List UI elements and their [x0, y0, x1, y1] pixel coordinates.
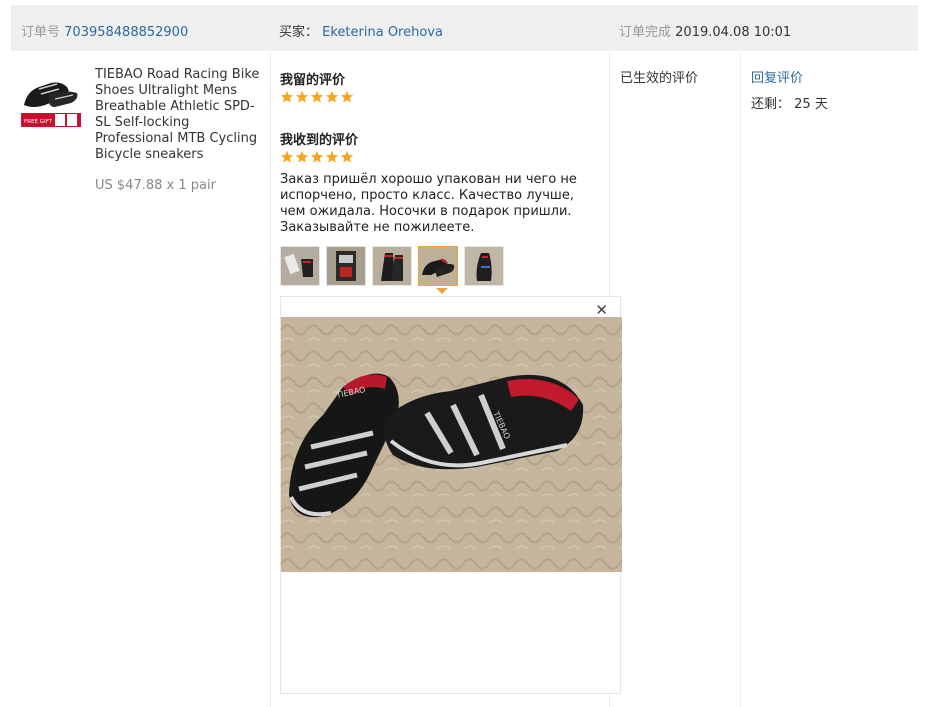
order-completed-time: 2019.04.08 10:01 [675, 25, 792, 40]
remaining-label: 还剩： [751, 97, 791, 112]
star-icon [295, 90, 309, 103]
received-review-text: Заказ пришёл хорошо упакован ни чего не … [280, 172, 577, 235]
order-number-field: 订单号 703958488852900 [21, 21, 188, 40]
review-photo-thumbnail-selected[interactable] [418, 246, 458, 286]
star-icon [340, 90, 354, 103]
review-photo-thumbnails [280, 246, 504, 286]
photo-preview-panel: ✕ TIEBAO TIEBAO [280, 296, 622, 694]
order-completed-field: 订单完成 2019.04.08 10:01 [619, 21, 791, 40]
star-icon [340, 150, 354, 163]
product-image[interactable]: FREE GIFT [21, 67, 81, 127]
received-review-stars [280, 150, 354, 164]
my-review-stars [280, 90, 354, 104]
received-review-title: 我收到的评价 [280, 133, 359, 148]
product-price: US $47.88 x 1 pair [95, 178, 216, 193]
free-gift-badge: FREE GIFT [24, 119, 53, 125]
column-divider [270, 52, 271, 707]
my-review-title: 我留的评价 [280, 73, 346, 88]
review-photo-thumbnail[interactable] [464, 246, 504, 286]
star-icon [325, 150, 339, 163]
selected-thumbnail-caret [436, 288, 448, 294]
buyer-name-link[interactable]: Eketerina Orehova [322, 25, 443, 40]
remaining-value: 25 天 [794, 97, 828, 112]
star-icon [310, 150, 324, 163]
order-number-label: 订单号 [21, 25, 61, 40]
review-photo-thumbnail[interactable] [326, 246, 366, 286]
order-header: 订单号 703958488852900 买家： Eketerina Orehov… [11, 5, 918, 51]
order-number-link[interactable]: 703958488852900 [64, 25, 188, 40]
column-divider [740, 52, 741, 707]
remaining-time: 还剩： 25 天 [751, 93, 828, 112]
buyer-label: 买家： [279, 25, 319, 40]
review-photo-thumbnail[interactable] [372, 246, 412, 286]
star-icon [325, 90, 339, 103]
star-icon [280, 150, 294, 163]
reply-review-link[interactable]: 回复评价 [751, 67, 803, 86]
preview-photo: TIEBAO TIEBAO [281, 317, 622, 572]
star-icon [295, 150, 309, 163]
star-icon [310, 90, 324, 103]
star-icon [280, 90, 294, 103]
product-title-link[interactable]: TIEBAO Road Racing Bike Shoes Ultralight… [95, 67, 263, 163]
buyer-field: 买家： Eketerina Orehova [279, 21, 443, 40]
review-photo-thumbnail[interactable] [280, 246, 320, 286]
order-completed-label: 订单完成 [619, 25, 672, 40]
review-status: 已生效的评价 [620, 71, 699, 86]
